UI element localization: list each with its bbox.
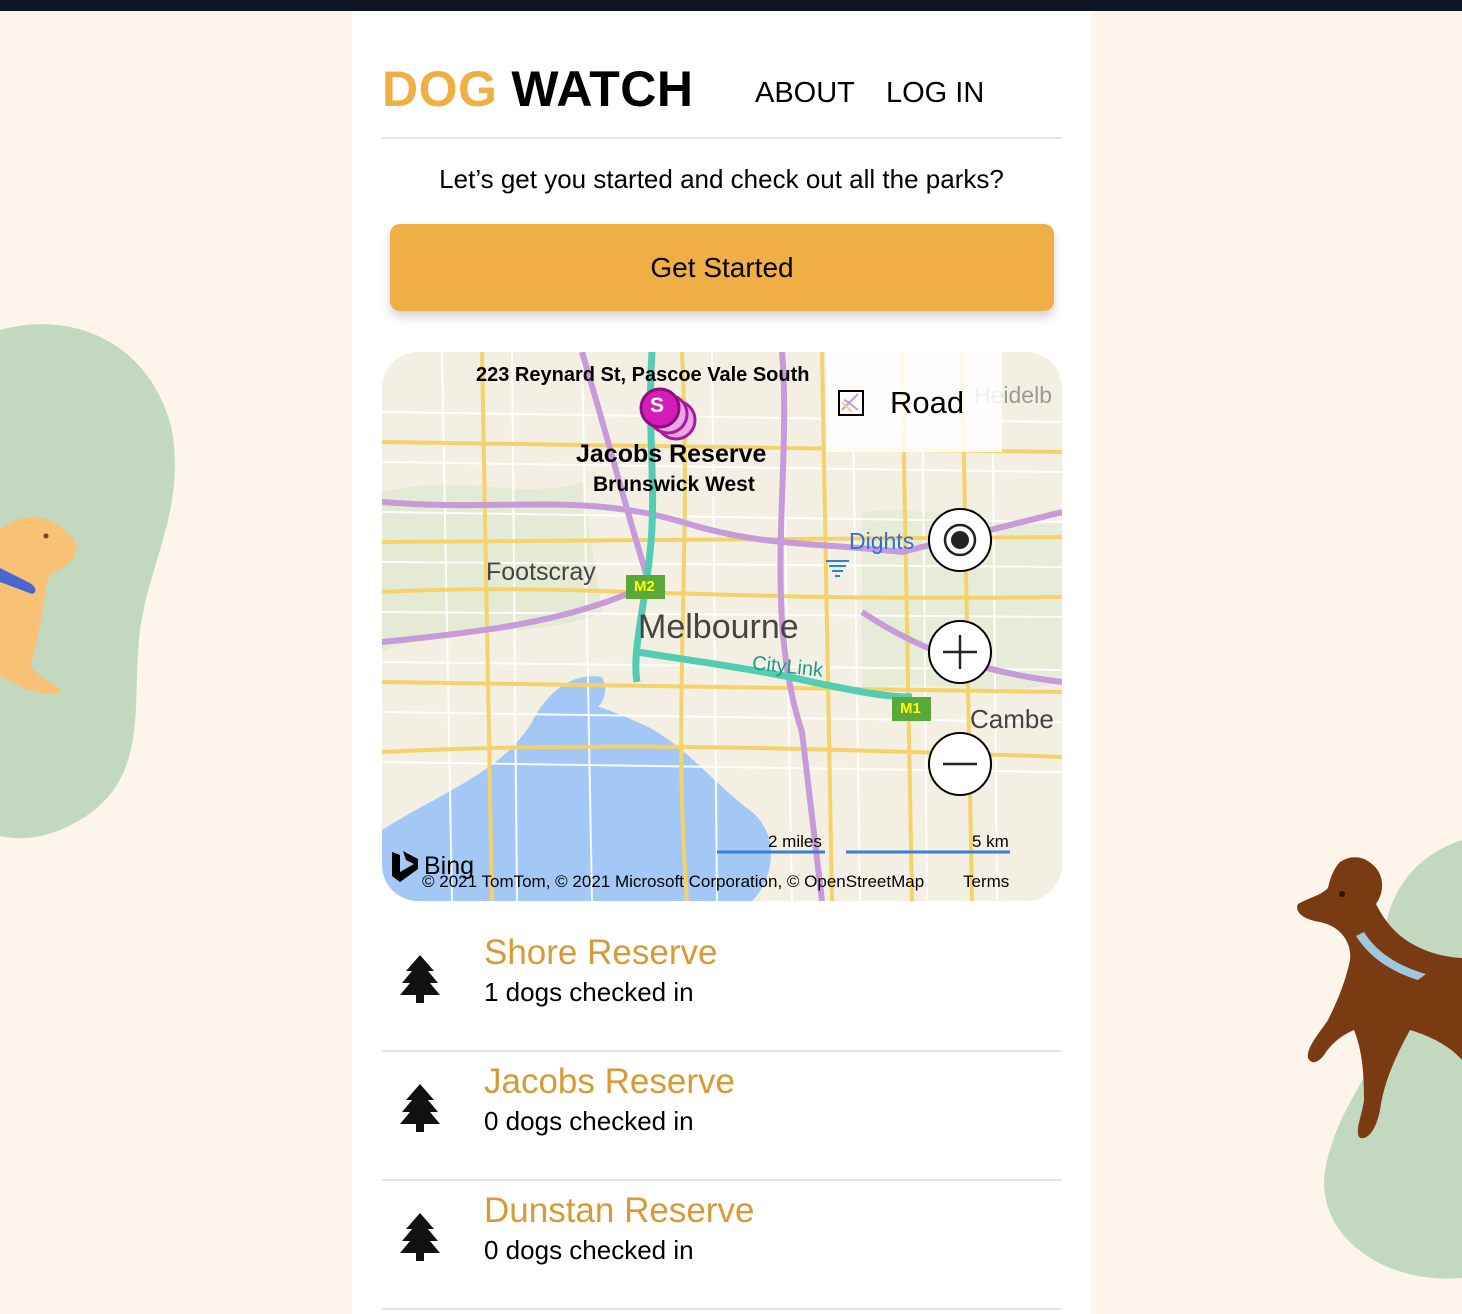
- map-style-label: Road: [890, 385, 965, 420]
- park-dog-count: 0 dogs checked in: [484, 1106, 694, 1136]
- minus-icon: [943, 762, 977, 766]
- main-card: DOG WATCH ABOUT LOG IN Let’s get you star…: [352, 11, 1091, 1314]
- zoom-in-button[interactable]: [928, 620, 992, 684]
- map-attribution: © 2021 TomTom, © 2021 Microsoft Corporat…: [422, 872, 925, 891]
- park-list-item[interactable]: Dunstan Reserve 0 dogs checked in: [382, 1181, 1062, 1310]
- place-footscray: Footscray: [486, 558, 596, 586]
- tagline: Let’s get you started and check out all …: [439, 164, 1004, 194]
- map-style-selector[interactable]: Road: [826, 352, 1002, 452]
- nav-about-link[interactable]: ABOUT: [755, 77, 855, 110]
- logo-watch-text: WATCH: [511, 61, 694, 117]
- park-name[interactable]: Dunstan Reserve: [484, 1191, 754, 1231]
- logo-dog-text: DOG: [382, 61, 498, 117]
- map-terms-link[interactable]: Terms: [963, 872, 1009, 892]
- nav-login-link[interactable]: LOG IN: [886, 77, 984, 110]
- m1-label: M1: [900, 700, 921, 717]
- left-decoration: [0, 324, 175, 839]
- park-name[interactable]: Jacobs Reserve: [484, 1062, 735, 1102]
- tree-icon: [400, 1213, 440, 1261]
- pin-title: Jacobs Reserve: [576, 440, 767, 468]
- tree-icon: [400, 1084, 440, 1132]
- right-decoration: [1297, 840, 1462, 1279]
- park-list-item[interactable]: Jacobs Reserve 0 dogs checked in: [382, 1052, 1062, 1181]
- m2-label: M2: [634, 578, 655, 595]
- scale-km: 5 km: [972, 832, 1009, 851]
- layers-icon: [838, 390, 864, 416]
- map[interactable]: 223 Reynard St, Pascoe Vale South S Jaco…: [382, 352, 1062, 901]
- place-camberwell: Cambe: [970, 704, 1054, 734]
- locate-me-button[interactable]: [928, 508, 992, 572]
- park-dog-count: 1 dogs checked in: [484, 977, 694, 1007]
- logo[interactable]: DOG WATCH: [382, 60, 694, 118]
- header: DOG WATCH ABOUT LOG IN: [382, 55, 1062, 139]
- scale-miles: 2 miles: [768, 832, 822, 851]
- place-dights: Dights: [849, 528, 915, 554]
- tree-icon: [400, 955, 440, 1003]
- place-melbourne: Melbourne: [638, 608, 799, 646]
- park-list: Shore Reserve 1 dogs checked in Jacobs R…: [382, 923, 1062, 1310]
- locate-icon: [943, 523, 977, 557]
- pin-subtitle: Brunswick West: [593, 473, 755, 496]
- get-started-button[interactable]: Get Started: [390, 224, 1054, 311]
- pin-letter: S: [650, 394, 665, 417]
- zoom-out-button[interactable]: [928, 732, 992, 796]
- map-address-label: 223 Reynard St, Pascoe Vale South: [476, 364, 810, 386]
- park-list-item[interactable]: Shore Reserve 1 dogs checked in: [382, 923, 1062, 1052]
- plus-icon: [943, 635, 977, 669]
- park-dog-count: 0 dogs checked in: [484, 1235, 694, 1265]
- park-name[interactable]: Shore Reserve: [484, 933, 717, 973]
- browser-top-strip: [0, 0, 1462, 11]
